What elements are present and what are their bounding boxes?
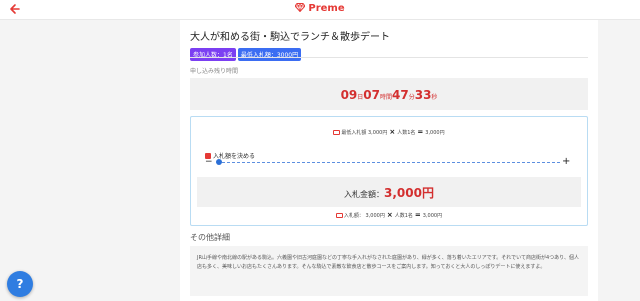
countdown-minutes: 47: [392, 88, 409, 102]
min-bid-badge: 最低入札額：3000円: [237, 48, 302, 61]
divider: [190, 57, 588, 58]
bid-slider-thumb[interactable]: [216, 159, 222, 165]
summary-total: 3,000円: [422, 213, 443, 219]
countdown-hours: 07: [363, 88, 380, 102]
times-sign: ×: [389, 128, 396, 136]
event-title: 大人が和める街・駒込でランチ＆散歩デート: [190, 32, 390, 43]
equals-sign: =: [414, 211, 421, 219]
countdown-hours-unit: 時間: [379, 94, 392, 101]
bid-amount-label: 入札金額：: [344, 190, 385, 199]
top-bar: Preme: [0, 0, 640, 20]
summary-people: 人数1名: [397, 130, 416, 136]
brand-name: Preme: [308, 3, 345, 14]
summary-label: 入札額：: [343, 213, 364, 219]
details-title: その他詳細: [190, 233, 230, 242]
bid-card: 最低入札額 3,000円 × 人数1名 = 3,000円 入札額を決める − + 入札金…: [190, 116, 588, 226]
summary-people: 人数1名: [394, 213, 413, 219]
badge-row: 参加人数：1名 最低入札額：3000円: [190, 42, 303, 61]
countdown-timer: 09日07時間47分33秒: [190, 78, 588, 110]
countdown-seconds: 33: [414, 88, 432, 102]
gem-icon: [294, 2, 307, 13]
times-sign: ×: [386, 211, 393, 219]
main-content: 大人が和める街・駒込でランチ＆散歩デート 参加人数：1名 最低入札額：3000円 …: [180, 20, 598, 301]
bid-amount-value: 3,000円: [384, 186, 434, 200]
participants-badge: 参加人数：1名: [190, 48, 236, 61]
summary-label: 最低入札額: [341, 130, 367, 136]
brand-logo[interactable]: Preme: [0, 2, 640, 14]
countdown-days: 09: [340, 88, 358, 102]
wallet-icon: [333, 130, 341, 135]
bid-summary: 入札額： 3,000円 × 人数1名 = 3,000円: [191, 211, 587, 219]
decrease-button[interactable]: −: [205, 157, 213, 167]
min-bid-summary: 最低入札額 3,000円 × 人数1名 = 3,000円: [191, 128, 587, 136]
equals-sign: =: [417, 128, 424, 136]
wallet-icon: [335, 213, 343, 218]
summary-base: 3,000円: [365, 213, 385, 219]
countdown-label: 申し込み残り時間: [190, 68, 239, 75]
summary-base: 3,000円: [368, 130, 388, 136]
countdown-seconds-unit: 秒: [431, 94, 438, 101]
help-button[interactable]: ?: [7, 271, 33, 297]
bid-amount-box: 入札金額：3,000円: [197, 177, 581, 207]
increase-button[interactable]: +: [562, 157, 571, 167]
details-text: JR山手線や南北線の駅がある駒込。六義園や旧古河庭園などの丁寧な手入れがなされた…: [190, 246, 588, 296]
summary-total: 3,000円: [425, 130, 445, 136]
bid-slider-track[interactable]: [217, 162, 560, 163]
